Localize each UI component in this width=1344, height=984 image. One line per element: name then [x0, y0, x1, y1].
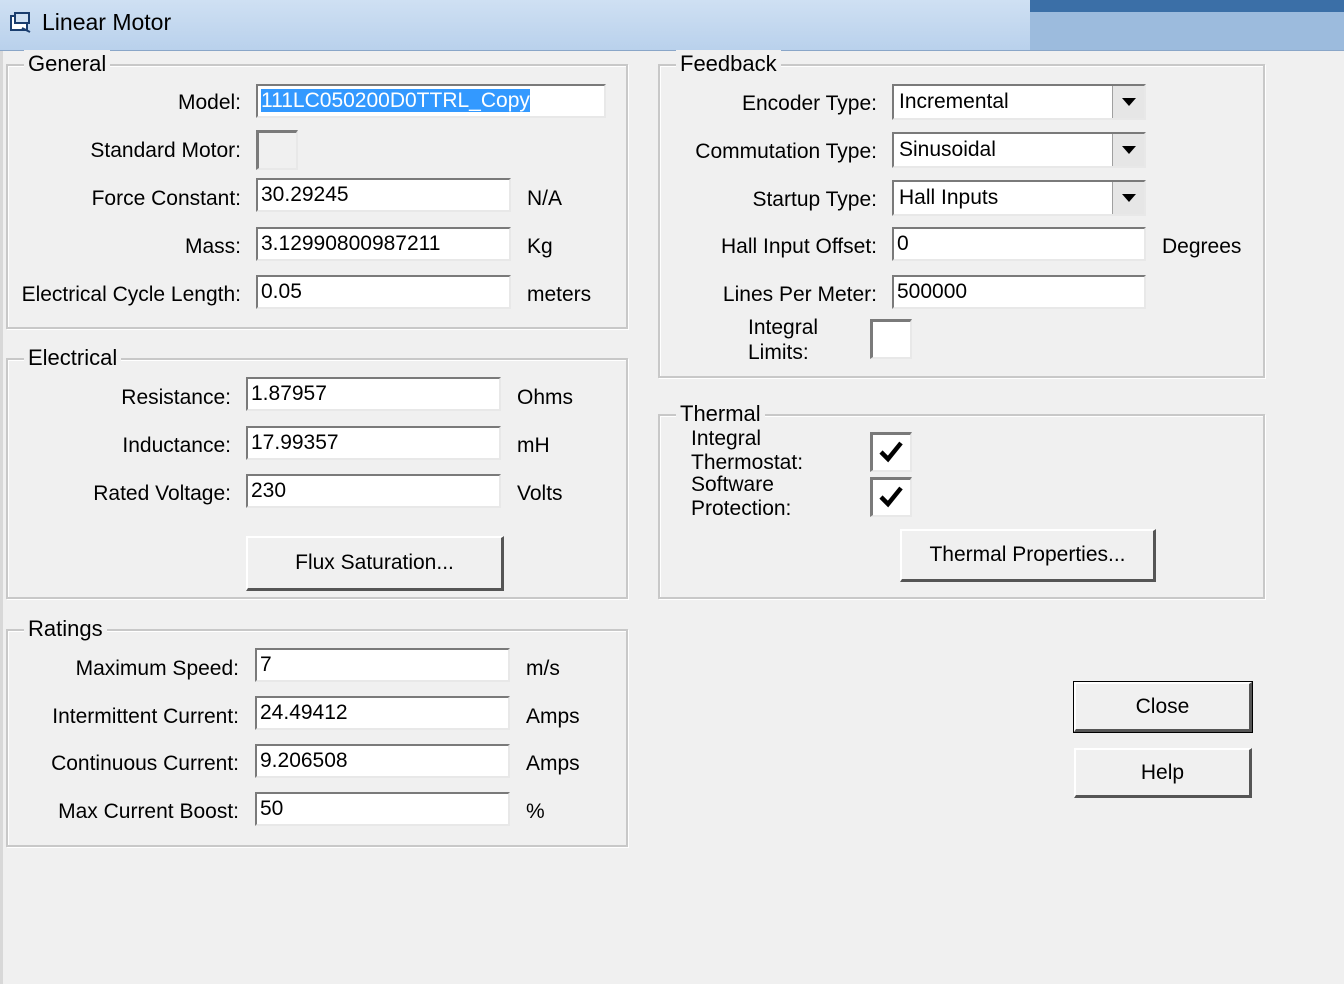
commutation-type-label: Commutation Type: — [695, 140, 877, 163]
integral-limits-label-line2: Limits: — [748, 341, 809, 364]
encoder-type-select[interactable]: Incremental — [892, 84, 1146, 120]
startup-type-value: Hall Inputs — [899, 186, 999, 209]
max-current-boost-unit: % — [526, 800, 545, 823]
continuous-current-label: Continuous Current: — [51, 752, 239, 775]
mass-input[interactable]: 3.12990800987211 — [256, 227, 511, 261]
window-title: Linear Motor — [42, 9, 172, 35]
dialog-body: General Model: 111LC050200D0TTRL_Copy St… — [0, 50, 1344, 984]
thermal-legend: Thermal — [676, 400, 765, 428]
hall-offset-label: Hall Input Offset: — [720, 235, 877, 258]
lines-per-meter-label: Lines Per Meter: — [722, 283, 877, 306]
hall-offset-input[interactable]: 0 — [892, 227, 1146, 261]
lines-per-meter-input[interactable]: 500000 — [892, 275, 1146, 309]
integral-limits-checkbox[interactable] — [870, 319, 912, 359]
startup-type-label: Startup Type: — [752, 188, 877, 211]
model-input[interactable]: 111LC050200D0TTRL_Copy — [256, 84, 606, 118]
integral-thermostat-checkbox[interactable] — [870, 432, 912, 472]
commutation-type-value: Sinusoidal — [899, 138, 996, 161]
integral-thermostat-label-line1: Integral — [691, 427, 762, 450]
standard-motor-checkbox[interactable] — [256, 130, 298, 170]
cycle-length-label: Electrical Cycle Length: — [21, 283, 241, 306]
mass-unit: Kg — [527, 235, 553, 258]
intermittent-current-label: Intermittent Current: — [52, 705, 239, 728]
chevron-down-icon[interactable] — [1112, 134, 1144, 166]
rated-voltage-label: Rated Voltage: — [93, 482, 231, 505]
model-label: Model: — [177, 91, 241, 114]
software-protection-checkbox[interactable] — [870, 477, 912, 517]
intermittent-current-input[interactable]: 24.49412 — [255, 696, 510, 730]
resistance-unit: Ohms — [517, 386, 574, 409]
thermal-properties-button[interactable]: Thermal Properties... — [900, 529, 1156, 582]
chevron-down-icon[interactable] — [1112, 86, 1144, 118]
ratings-legend: Ratings — [24, 615, 107, 643]
resistance-label: Resistance: — [121, 386, 231, 409]
commutation-type-select[interactable]: Sinusoidal — [892, 132, 1146, 168]
title-bar-accent — [1030, 0, 1344, 12]
feedback-legend: Feedback — [676, 50, 781, 78]
checkmark-icon — [879, 486, 903, 508]
resistance-input[interactable]: 1.87957 — [246, 377, 501, 411]
title-bar-accent-lower — [1030, 12, 1344, 50]
rated-voltage-input[interactable]: 230 — [246, 474, 501, 508]
checkmark-icon — [879, 441, 903, 463]
mass-label: Mass: — [184, 235, 241, 258]
software-protection-label: Software Protection: — [691, 473, 791, 519]
general-legend: General — [24, 50, 111, 78]
inductance-unit: mH — [517, 434, 550, 457]
help-button[interactable]: Help — [1074, 748, 1252, 798]
integral-thermostat-label: Integral Thermostat: — [691, 427, 803, 473]
inductance-input[interactable]: 17.99357 — [246, 426, 501, 460]
title-bar: Linear Motor — [0, 0, 1344, 51]
force-constant-unit: N/A — [527, 187, 563, 210]
continuous-current-input[interactable]: 9.206508 — [255, 744, 510, 778]
standard-motor-label: Standard Motor: — [90, 139, 241, 162]
force-constant-input[interactable]: 30.29245 — [256, 178, 511, 212]
motor-app-icon — [10, 12, 31, 33]
max-speed-input[interactable]: 7 — [255, 648, 510, 682]
encoder-type-value: Incremental — [899, 90, 1009, 113]
rated-voltage-unit: Volts — [517, 482, 563, 505]
integral-limits-label: Integral Limits: — [748, 315, 818, 365]
integral-thermostat-label-line2: Thermostat: — [691, 451, 804, 473]
max-current-boost-input[interactable]: 50 — [255, 792, 510, 826]
flux-saturation-button[interactable]: Flux Saturation... — [246, 536, 504, 591]
integral-limits-label-line1: Integral — [748, 316, 819, 339]
inductance-label: Inductance: — [122, 434, 231, 457]
continuous-current-unit: Amps — [526, 752, 580, 775]
software-protection-label-line2: Protection: — [691, 497, 792, 519]
chevron-down-icon[interactable] — [1112, 182, 1144, 214]
intermittent-current-unit: Amps — [526, 705, 580, 728]
startup-type-select[interactable]: Hall Inputs — [892, 180, 1146, 216]
max-current-boost-label: Max Current Boost: — [58, 800, 239, 823]
force-constant-label: Force Constant: — [91, 187, 241, 210]
hall-offset-unit: Degrees — [1162, 235, 1242, 258]
electrical-legend: Electrical — [24, 344, 122, 372]
encoder-type-label: Encoder Type: — [741, 92, 877, 115]
close-button[interactable]: Close — [1073, 681, 1253, 733]
max-speed-label: Maximum Speed: — [75, 657, 239, 680]
software-protection-label-line1: Software — [691, 473, 774, 496]
max-speed-unit: m/s — [526, 657, 560, 680]
cycle-length-unit: meters — [527, 283, 592, 306]
cycle-length-input[interactable]: 0.05 — [256, 275, 511, 309]
model-value: 111LC050200D0TTRL_Copy — [261, 89, 530, 112]
